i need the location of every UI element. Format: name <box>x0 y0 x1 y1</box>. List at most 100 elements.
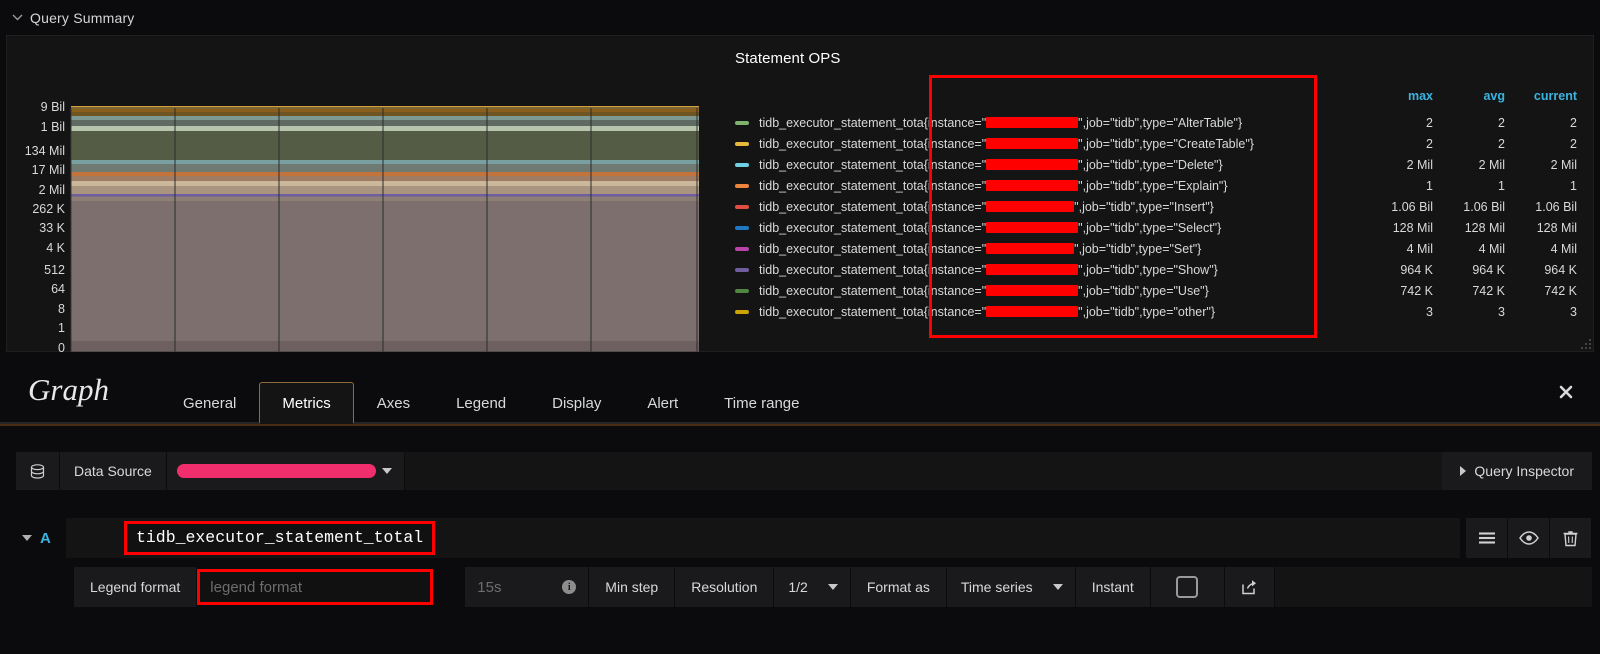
legend-series-label[interactable]: tidb_executor_statement_tota{instance=""… <box>759 280 1363 301</box>
legend-row[interactable]: tidb_executor_statement_tota{instance=""… <box>719 133 1593 154</box>
legend-row[interactable]: tidb_executor_statement_tota{instance=""… <box>719 154 1593 175</box>
legend-row-pad <box>1579 301 1593 322</box>
legend-series-label[interactable]: tidb_executor_statement_tota{instance=""… <box>759 217 1363 238</box>
min-step-input[interactable]: 15s i <box>465 567 589 607</box>
legend-color-swatch[interactable] <box>719 280 759 301</box>
legend-row[interactable]: tidb_executor_statement_tota{instance=""… <box>719 259 1593 280</box>
instant-checkbox[interactable] <box>1151 567 1225 607</box>
y-axis-tick: 262 K <box>32 202 65 216</box>
panel-editor: Graph GeneralMetricsAxesLegendDisplayAle… <box>0 352 1600 607</box>
series-type-label: ",job="tidb",type="Explain"} <box>1078 179 1227 193</box>
legend-value-current: 2 <box>1507 112 1579 133</box>
chevron-down-icon[interactable] <box>22 535 32 541</box>
tab-time-range[interactable]: Time range <box>701 382 822 424</box>
legend-series-label[interactable]: tidb_executor_statement_tota{instance=""… <box>759 238 1363 259</box>
legend-col-current[interactable]: current <box>1507 89 1579 112</box>
legend-col-max[interactable]: max <box>1363 89 1435 112</box>
legend-row[interactable]: tidb_executor_statement_tota{instance=""… <box>719 301 1593 322</box>
series-type-label: ",job="tidb",type="Set"} <box>1074 242 1201 256</box>
panel-resize-handle[interactable] <box>1581 339 1591 349</box>
series-color-icon <box>735 184 749 188</box>
close-icon[interactable] <box>1556 382 1576 402</box>
y-axis-tick: 17 Mil <box>32 163 65 177</box>
legend-row[interactable]: tidb_executor_statement_tota{instance=""… <box>719 196 1593 217</box>
legend-value-avg: 742 K <box>1435 280 1507 301</box>
legend-row-pad <box>1579 133 1593 154</box>
legend-row-pad <box>1579 217 1593 238</box>
legend-color-swatch[interactable] <box>719 175 759 196</box>
tab-metrics[interactable]: Metrics <box>259 382 353 424</box>
legend-series-label[interactable]: tidb_executor_statement_tota{instance=""… <box>759 259 1363 280</box>
instance-value-redacted <box>986 264 1078 275</box>
legend-value-current: 2 <box>1507 133 1579 154</box>
legend-color-swatch[interactable] <box>719 196 759 217</box>
instance-value-redacted <box>986 243 1074 254</box>
legend-color-swatch[interactable] <box>719 154 759 175</box>
legend-series-label[interactable]: tidb_executor_statement_tota{instance=""… <box>759 301 1363 322</box>
query-expression-input[interactable]: tidb_executor_statement_total <box>124 521 435 555</box>
query-expression-container[interactable]: tidb_executor_statement_total <box>66 518 1460 558</box>
query-options-row: Legend format legend format 15s i Min st… <box>74 567 1592 607</box>
legend-series-label[interactable]: tidb_executor_statement_tota{instance=""… <box>759 196 1363 217</box>
series-metric-name: tidb_executor_statement_tota{instance=" <box>759 221 986 235</box>
series-color-icon <box>735 121 749 125</box>
legend-series-label[interactable]: tidb_executor_statement_tota{instance=""… <box>759 133 1363 154</box>
query-summary-header[interactable]: Query Summary <box>0 0 1600 35</box>
legend-color-swatch[interactable] <box>719 133 759 154</box>
legend-col-avg[interactable]: avg <box>1435 89 1507 112</box>
editor-tabbar: Graph GeneralMetricsAxesLegendDisplayAle… <box>0 352 1600 424</box>
tab-legend[interactable]: Legend <box>433 382 529 424</box>
datasource-spacer <box>405 452 1443 490</box>
chevron-down-icon[interactable] <box>8 9 26 27</box>
y-axis-tick: 8 <box>58 302 65 316</box>
hamburger-icon[interactable] <box>1466 518 1508 558</box>
tab-axes[interactable]: Axes <box>354 382 433 424</box>
graph-panel: 9 Bil1 Bil134 Mil17 Mil2 Mil262 K33 K4 K… <box>6 35 1594 352</box>
legend-row[interactable]: tidb_executor_statement_tota{instance=""… <box>719 112 1593 133</box>
resolution-value: 1/2 <box>788 579 807 595</box>
legend-format-input[interactable]: legend format <box>197 569 433 605</box>
graph-svg: 9 Bil1 Bil134 Mil17 Mil2 Mil262 K33 K4 K… <box>7 36 719 353</box>
query-collapse-handle[interactable]: A <box>16 530 66 547</box>
legend-color-swatch[interactable] <box>719 259 759 280</box>
info-icon[interactable]: i <box>562 580 576 594</box>
legend-color-swatch[interactable] <box>719 301 759 322</box>
legend-color-swatch[interactable] <box>719 112 759 133</box>
options-gap <box>433 567 465 607</box>
legend-format-label: Legend format <box>74 567 197 607</box>
y-axis-tick: 512 <box>44 263 65 277</box>
query-actions <box>1466 518 1592 558</box>
legend-row-pad <box>1579 259 1593 280</box>
external-link-icon[interactable] <box>1225 567 1275 607</box>
query-row-a: A tidb_executor_statement_total <box>16 518 1592 558</box>
legend-series-label[interactable]: tidb_executor_statement_tota{instance=""… <box>759 175 1363 196</box>
datasource-select[interactable] <box>167 452 405 490</box>
min-step-placeholder: 15s <box>477 579 501 596</box>
legend-row[interactable]: tidb_executor_statement_tota{instance=""… <box>719 280 1593 301</box>
legend-series-label[interactable]: tidb_executor_statement_tota{instance=""… <box>759 154 1363 175</box>
format-as-select[interactable]: Time series <box>947 567 1076 607</box>
legend-value-avg: 2 <box>1435 133 1507 154</box>
tab-alert[interactable]: Alert <box>624 382 701 424</box>
resolution-select[interactable]: 1/2 <box>774 567 850 607</box>
y-axis-tick: 9 Bil <box>41 100 65 114</box>
legend-color-swatch[interactable] <box>719 238 759 259</box>
legend-row[interactable]: tidb_executor_statement_tota{instance=""… <box>719 238 1593 259</box>
query-inspector-button[interactable]: Query Inspector <box>1442 452 1592 490</box>
instance-value-redacted <box>986 285 1078 296</box>
eye-icon[interactable] <box>1508 518 1550 558</box>
instance-value-redacted <box>986 138 1078 149</box>
tab-general[interactable]: General <box>160 382 259 424</box>
series-color-icon <box>735 205 749 209</box>
legend-row[interactable]: tidb_executor_statement_tota{instance=""… <box>719 217 1593 238</box>
series-type-label: ",job="tidb",type="Show"} <box>1078 263 1218 277</box>
legend-series-label[interactable]: tidb_executor_statement_tota{instance=""… <box>759 112 1363 133</box>
datasource-row: Data Source Query Inspector <box>16 452 1592 490</box>
legend-value-avg: 1.06 Bil <box>1435 196 1507 217</box>
trash-icon[interactable] <box>1550 518 1592 558</box>
legend-row[interactable]: tidb_executor_statement_tota{instance=""… <box>719 175 1593 196</box>
graph-plot-area[interactable]: 9 Bil1 Bil134 Mil17 Mil2 Mil262 K33 K4 K… <box>7 36 719 351</box>
legend-color-swatch[interactable] <box>719 217 759 238</box>
tab-display[interactable]: Display <box>529 382 624 424</box>
chevron-down-icon <box>828 584 838 590</box>
